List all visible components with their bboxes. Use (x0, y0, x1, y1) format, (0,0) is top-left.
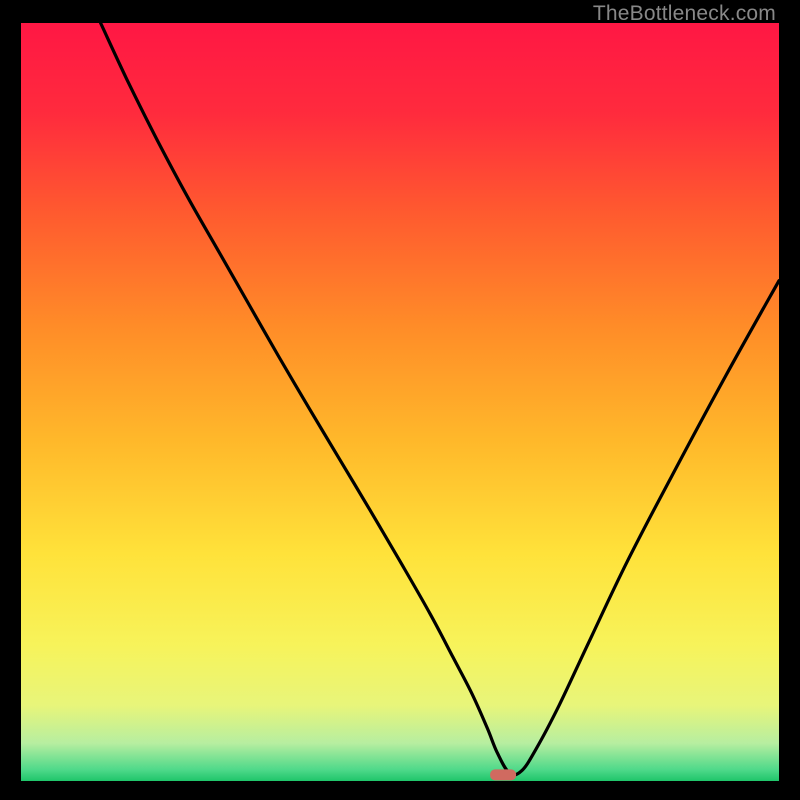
watermark-label: TheBottleneck.com (593, 2, 776, 26)
bottleneck-marker (490, 769, 516, 780)
gradient-background (21, 23, 779, 781)
bottleneck-chart (21, 23, 779, 781)
chart-frame (21, 23, 779, 781)
